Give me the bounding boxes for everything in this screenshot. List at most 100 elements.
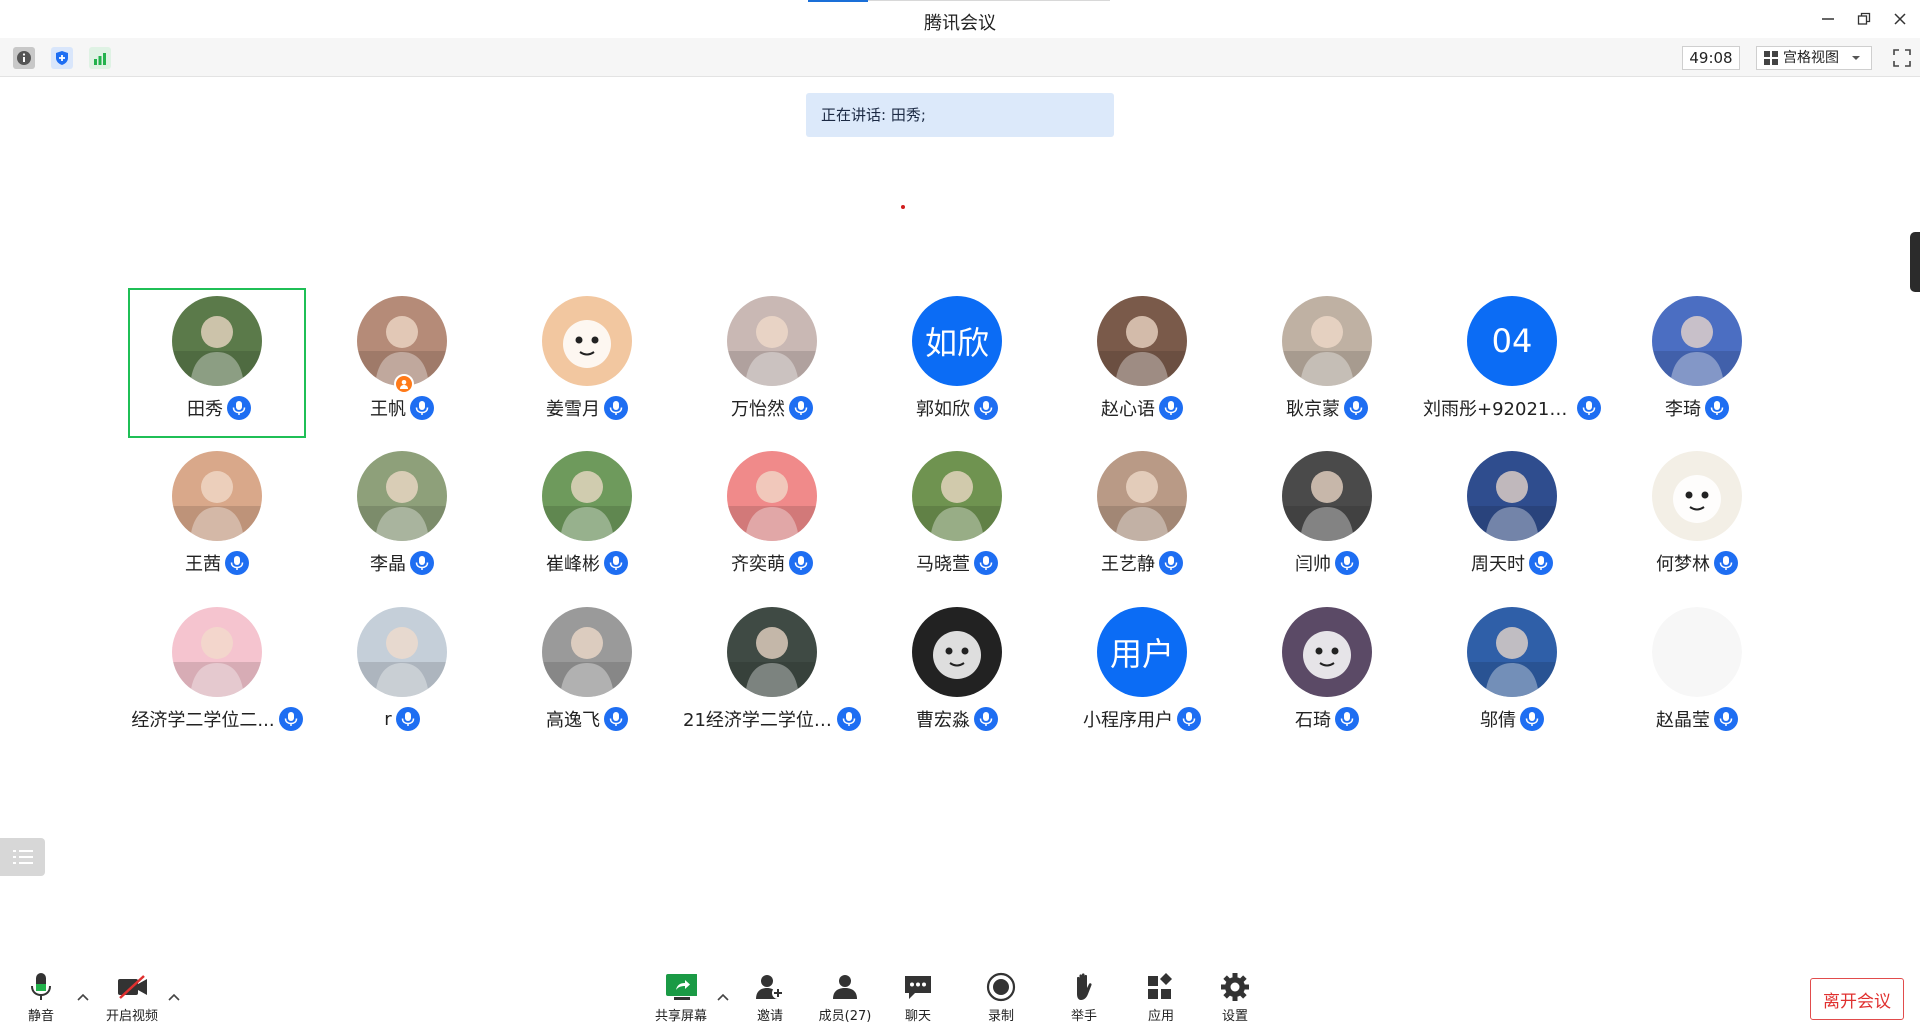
participant-tile[interactable]: 04 刘雨彤+920210... (1423, 288, 1601, 438)
avatar (1467, 607, 1557, 697)
mic-status-icon (604, 396, 628, 420)
bottom-control-bar: 静音 开启视频 共享屏幕 邀请 成员(27) 聊天 录制 举手 应用 设置 (0, 960, 1920, 1027)
gear-icon (1221, 973, 1249, 1001)
participant-tile[interactable]: 21经济学二学位1班-... (683, 599, 861, 749)
participant-name: 刘雨彤+920210... (1423, 399, 1573, 420)
raise-hand-button[interactable]: 举手 (1050, 972, 1118, 1024)
participant-tile[interactable]: 万怡然 (683, 288, 861, 438)
restore-button[interactable] (1850, 6, 1878, 32)
participant-tile[interactable]: 赵晶莹 (1608, 599, 1786, 749)
side-panel-handle[interactable] (1910, 232, 1920, 292)
avatar-image (727, 607, 817, 697)
mute-button[interactable]: 静音 (7, 972, 75, 1024)
network-status-button[interactable] (89, 47, 111, 69)
avatar-image (1282, 451, 1372, 541)
avatar (912, 607, 1002, 697)
share-options-caret-icon[interactable] (716, 990, 730, 1004)
view-mode-select[interactable]: 宫格视图 (1756, 46, 1872, 70)
meeting-info-button[interactable] (13, 47, 35, 69)
mic-status-icon (225, 551, 249, 575)
avatar-image (357, 451, 447, 541)
members-icon (833, 975, 857, 999)
participant-tile[interactable]: 闫帅 (1238, 443, 1416, 593)
title-accent-bar (808, 0, 868, 2)
video-options-caret-icon[interactable] (167, 990, 181, 1004)
title-bar: 腾讯会议 (0, 0, 1920, 38)
record-label: 录制 (987, 1009, 1014, 1024)
avatar (172, 451, 262, 541)
avatar-image (1467, 451, 1557, 541)
fullscreen-button[interactable] (1891, 47, 1913, 69)
participant-tile[interactable]: 周天时 (1423, 443, 1601, 593)
participant-tile[interactable]: 李晶 (313, 443, 491, 593)
avatar (172, 296, 262, 386)
participant-tile[interactable]: 齐奕萌 (683, 443, 861, 593)
avatar (357, 451, 447, 541)
participant-tile[interactable]: 姜雪月 (498, 288, 676, 438)
participant-tile[interactable]: 用户 小程序用户 (1053, 599, 1231, 749)
avatar (1097, 296, 1187, 386)
participant-tile[interactable]: 王茜 (128, 443, 306, 593)
participant-tile[interactable]: r (313, 599, 491, 749)
participant-name: 赵心语 (1101, 399, 1155, 420)
avatar-text: 如欣 (924, 324, 989, 362)
avatar (1652, 296, 1742, 386)
mic-status-icon (1335, 707, 1359, 731)
leave-meeting-button[interactable]: 离开会议 (1810, 978, 1904, 1020)
mic-status-icon (789, 396, 813, 420)
share-screen-icon (666, 974, 697, 1000)
security-button[interactable] (51, 47, 73, 69)
participant-tile[interactable]: 王帆 (313, 288, 491, 438)
apps-button[interactable]: 应用 (1127, 972, 1195, 1024)
members-button[interactable]: 成员(27) (811, 972, 879, 1024)
participant-name: 王茜 (185, 554, 221, 575)
mute-label: 静音 (27, 1009, 54, 1024)
share-screen-button[interactable]: 共享屏幕 (647, 972, 715, 1024)
participant-name: 耿京蒙 (1286, 399, 1340, 420)
participant-tile[interactable]: 马晓萱 (868, 443, 1046, 593)
avatar-image (912, 607, 1002, 697)
participant-tile[interactable]: 高逸飞 (498, 599, 676, 749)
participant-tile[interactable]: 王艺静 (1053, 443, 1231, 593)
participant-tile[interactable]: 耿京蒙 (1238, 288, 1416, 438)
signal-bars-icon (94, 53, 106, 65)
settings-button[interactable]: 设置 (1201, 972, 1269, 1024)
avatar (1097, 451, 1187, 541)
record-button[interactable]: 录制 (967, 972, 1035, 1024)
participant-tile[interactable]: 何梦林 (1608, 443, 1786, 593)
mic-status-icon (1714, 551, 1738, 575)
chat-label: 聊天 (904, 1009, 931, 1024)
avatar (357, 607, 447, 697)
participant-tile[interactable]: 崔峰彬 (498, 443, 676, 593)
invite-user-icon (756, 975, 784, 999)
raise-hand-label: 举手 (1070, 1009, 1097, 1024)
avatar (357, 296, 447, 386)
participant-tile[interactable]: 李琦 (1608, 288, 1786, 438)
participant-tile[interactable]: 田秀 (128, 288, 306, 438)
avatar-image (172, 607, 262, 697)
participant-name: 邬倩 (1480, 710, 1516, 731)
participant-list-toggle[interactable] (0, 838, 45, 876)
participant-tile[interactable]: 经济学二学位二... (128, 599, 306, 749)
participant-tile[interactable]: 如欣 郭如欣 (868, 288, 1046, 438)
avatar-image (1652, 296, 1742, 386)
avatar: 用户 (1097, 607, 1187, 697)
participant-tile[interactable]: 邬倩 (1423, 599, 1601, 749)
chat-button[interactable]: 聊天 (884, 972, 952, 1024)
participant-name-row: 赵晶莹 (1588, 705, 1806, 733)
minimize-button[interactable] (1814, 6, 1842, 32)
invite-label: 邀请 (756, 1009, 783, 1024)
participant-name: 何梦林 (1656, 554, 1710, 575)
participant-tile[interactable]: 曹宏淼 (868, 599, 1046, 749)
dropdown-caret-icon (1852, 56, 1860, 60)
mic-status-icon (1714, 707, 1738, 731)
record-icon (986, 972, 1016, 1002)
participant-name: r (384, 708, 392, 730)
participant-tile[interactable]: 石琦 (1238, 599, 1416, 749)
audio-options-caret-icon[interactable] (76, 990, 90, 1004)
close-button[interactable] (1886, 6, 1914, 32)
participant-tile[interactable]: 赵心语 (1053, 288, 1231, 438)
invite-button[interactable]: 邀请 (736, 972, 804, 1024)
start-video-button[interactable]: 开启视频 (98, 972, 166, 1024)
chat-bubble-icon (905, 976, 931, 999)
